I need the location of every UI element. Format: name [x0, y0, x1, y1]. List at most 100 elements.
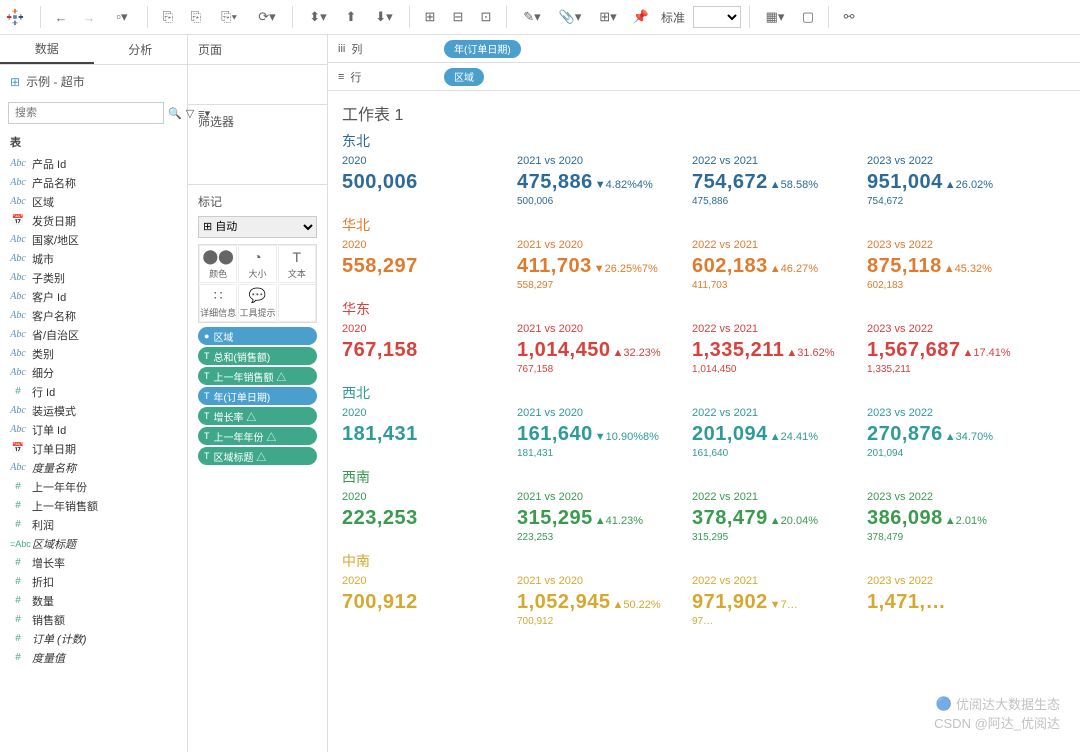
field-item[interactable]: Abc省/自治区 [0, 325, 187, 344]
color-button[interactable]: ⬤⬤颜色 [199, 245, 237, 283]
metric-cell[interactable]: 378,479▲20.04%315,295 [692, 507, 867, 543]
metric-cell[interactable]: 1,052,945▲50.22%700,912 [517, 591, 692, 627]
field-item[interactable]: 📅订单日期 [0, 439, 187, 458]
presentation-button[interactable]: ▢ [796, 5, 820, 29]
mark-pill[interactable]: T总和(销售额) [198, 347, 317, 365]
metric-cell[interactable]: 201,094▲24.41%161,640 [692, 423, 867, 459]
detail-button[interactable]: ∷详细信息 [199, 284, 237, 322]
field-item[interactable]: Abc订单 Id [0, 420, 187, 439]
field-item[interactable]: #利润 [0, 515, 187, 534]
mark-pill[interactable]: ●区域 [198, 327, 317, 345]
text-button[interactable]: T文本 [278, 245, 316, 283]
mark-pill[interactable]: T增长率 △ [198, 407, 317, 425]
search-input[interactable] [8, 102, 164, 124]
columns-icon: iii [338, 43, 345, 55]
save-button[interactable]: ▫▾ [105, 5, 139, 29]
mark-type-select[interactable]: ⊞ 自动 [198, 216, 317, 238]
search-icon[interactable]: 🔍 [168, 107, 182, 120]
metric-cell[interactable]: 475,886▼4.82%4%500,006 [517, 171, 692, 207]
field-item[interactable]: Abc客户 Id [0, 287, 187, 306]
field-item[interactable]: #上一年年份 [0, 477, 187, 496]
columns-shelf[interactable]: iii列 年(订单日期) [328, 35, 1080, 63]
metric-cell[interactable]: 971,902▼7…97… [692, 591, 867, 627]
field-item[interactable]: 📅发货日期 [0, 211, 187, 230]
metric-cell[interactable]: 875,118▲45.32%602,183 [867, 255, 1042, 291]
metric-cell[interactable]: 223,253 [342, 507, 517, 543]
refresh-button[interactable]: ⟳▾ [250, 5, 284, 29]
field-item[interactable]: #度量值 [0, 648, 187, 667]
size-button[interactable]: ◔大小 [238, 245, 276, 283]
metric-cell[interactable]: 700,912 [342, 591, 517, 627]
rows-shelf[interactable]: ≡行 区域 [328, 63, 1080, 91]
field-item[interactable]: #订单 (计数) [0, 629, 187, 648]
group-button[interactable]: ⊞ [418, 5, 442, 29]
field-item[interactable]: Abc区域 [0, 192, 187, 211]
sort-asc-button[interactable]: ⬆ [339, 5, 363, 29]
field-item[interactable]: Abc细分 [0, 363, 187, 382]
field-item[interactable]: Abc国家/地区 [0, 230, 187, 249]
show-me-button[interactable]: ▦▾ [758, 5, 792, 29]
field-item[interactable]: #数量 [0, 591, 187, 610]
metric-cell[interactable]: 386,098▲2.01%378,479 [867, 507, 1042, 543]
new-datasource-button[interactable]: ⎘▾ [212, 5, 246, 29]
rows-pill[interactable]: 区域 [444, 68, 484, 86]
field-item[interactable]: #折扣 [0, 572, 187, 591]
year-label: 2023 vs 2022 [867, 155, 1042, 167]
metric-cell[interactable]: 500,006 [342, 171, 517, 207]
field-item[interactable]: Abc类别 [0, 344, 187, 363]
field-item[interactable]: =Abc区域标题 [0, 534, 187, 553]
tab-data[interactable]: 数据 [0, 35, 94, 64]
totals-button[interactable]: ⊟ [446, 5, 470, 29]
field-item[interactable]: Abc子类别 [0, 268, 187, 287]
swap-button[interactable]: ⬍▾ [301, 5, 335, 29]
worksheet-button[interactable]: ⊞▾ [591, 5, 625, 29]
metric-cell[interactable]: 181,431 [342, 423, 517, 459]
sheet-title[interactable]: 工作表 1 [342, 101, 1066, 125]
pin-button[interactable]: 📌 [629, 5, 653, 29]
columns-pill[interactable]: 年(订单日期) [444, 40, 521, 58]
metric-cell[interactable]: 602,183▲46.27%411,703 [692, 255, 867, 291]
metric-cell[interactable]: 161,640▼10.90%8%181,431 [517, 423, 692, 459]
format-button[interactable]: 📎▾ [553, 5, 587, 29]
filters-shelf[interactable]: 筛选器 [188, 105, 327, 185]
metric-cell[interactable]: 1,471,… [867, 591, 1042, 627]
fit-select[interactable] [693, 6, 741, 28]
mark-pill[interactable]: T年(订单日期) [198, 387, 317, 405]
metric-cell[interactable]: 270,876▲34.70%201,094 [867, 423, 1042, 459]
marks-card: 标记 ⊞ 自动 ⬤⬤颜色 ◔大小 T文本 ∷详细信息 💬工具提示 ●区域T总和(… [188, 185, 327, 473]
duplicate-button[interactable]: ⎘ [184, 5, 208, 29]
forward-button[interactable]: → [77, 5, 101, 29]
field-item[interactable]: Abc装运模式 [0, 401, 187, 420]
new-worksheet-button[interactable]: ⎘ [156, 5, 180, 29]
datasource-selector[interactable]: ⊞ 示例 - 超市 [0, 65, 187, 98]
field-item[interactable]: #销售额 [0, 610, 187, 629]
metric-cell[interactable]: 315,295▲41.23%223,253 [517, 507, 692, 543]
field-item[interactable]: #增长率 [0, 553, 187, 572]
mark-pill[interactable]: T区域标题 △ [198, 447, 317, 465]
metric-cell[interactable]: 951,004▲26.02%754,672 [867, 171, 1042, 207]
field-item[interactable]: #行 Id [0, 382, 187, 401]
sort-desc-button[interactable]: ⬇▾ [367, 5, 401, 29]
back-button[interactable]: ← [49, 5, 73, 29]
metric-cell[interactable]: 1,014,450▲32.23%767,158 [517, 339, 692, 375]
metric-cell[interactable]: 558,297 [342, 255, 517, 291]
share-button[interactable]: ⚯ [837, 5, 861, 29]
field-item[interactable]: Abc产品 Id [0, 154, 187, 173]
field-item[interactable]: #上一年销售额 [0, 496, 187, 515]
field-item[interactable]: Abc城市 [0, 249, 187, 268]
tooltip-button[interactable]: 💬工具提示 [238, 284, 276, 322]
pages-shelf[interactable]: 页面 [188, 35, 327, 65]
metric-cell[interactable]: 1,567,687▲17.41%1,335,211 [867, 339, 1042, 375]
highlight-button[interactable]: ✎▾ [515, 5, 549, 29]
show-labels-button[interactable]: ⊡ [474, 5, 498, 29]
metric-cell[interactable]: 767,158 [342, 339, 517, 375]
field-item[interactable]: Abc度量名称 [0, 458, 187, 477]
field-item[interactable]: Abc产品名称 [0, 173, 187, 192]
field-item[interactable]: Abc客户名称 [0, 306, 187, 325]
tab-analysis[interactable]: 分析 [94, 35, 188, 64]
metric-cell[interactable]: 1,335,211▲31.62%1,014,450 [692, 339, 867, 375]
mark-pill[interactable]: T上一年年份 △ [198, 427, 317, 445]
mark-pill[interactable]: T上一年销售额 △ [198, 367, 317, 385]
metric-cell[interactable]: 754,672▲58.58%475,886 [692, 171, 867, 207]
metric-cell[interactable]: 411,703▼26.25%7%558,297 [517, 255, 692, 291]
